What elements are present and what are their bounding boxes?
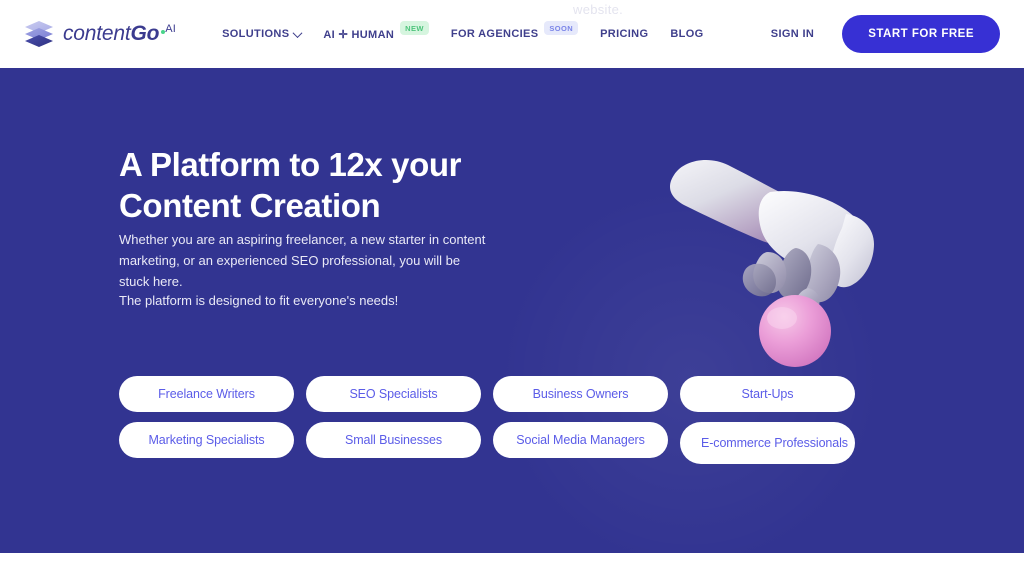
pill-marketing-specialists[interactable]: Marketing Specialists — [119, 422, 294, 458]
stacked-layers-logo-icon — [24, 19, 54, 49]
pill-ecommerce-professionals[interactable]: E-commerce Professionals — [680, 422, 855, 464]
watermark-text: website. — [573, 2, 624, 17]
hero-content: A Platform to 12x your Content Creation … — [0, 68, 1024, 553]
logo-text-bold: Go — [130, 22, 160, 45]
logo-text-light: content — [63, 22, 131, 45]
nav-item-pricing[interactable]: PRICING — [600, 28, 648, 40]
site-header: website. contentGo AI SOLUTIONS AI ✛ HUM… — [0, 0, 1024, 68]
pill-business-owners[interactable]: Business Owners — [493, 376, 668, 412]
hero-section: A Platform to 12x your Content Creation … — [0, 68, 1024, 553]
hero-title: A Platform to 12x your Content Creation — [119, 146, 462, 224]
page-bottom-strip — [0, 553, 1024, 580]
pill-start-ups[interactable]: Start-Ups — [680, 376, 855, 412]
audience-pill-row: Marketing Specialists Small Businesses S… — [119, 422, 855, 464]
nav-item-label: PRICING — [600, 28, 649, 40]
badge-new: NEW — [400, 21, 429, 35]
logo-superscript-ai: AI — [165, 23, 177, 35]
logo-text: contentGo AI — [63, 22, 176, 46]
hero-paragraph-2: The platform is designed to fit everyone… — [119, 293, 399, 308]
logo[interactable]: contentGo AI — [24, 19, 176, 49]
badge-soon: SOON — [544, 21, 579, 35]
nav-item-label: SOLUTIONS — [222, 28, 290, 40]
pill-freelance-writers[interactable]: Freelance Writers — [119, 376, 294, 412]
start-for-free-button[interactable]: START FOR FREE — [842, 15, 1000, 53]
hand-with-sphere-illustration-icon — [650, 140, 910, 370]
nav-item-ai-human[interactable]: AI ✛ HUMAN NEW — [323, 21, 429, 41]
audience-pill-row: Freelance Writers SEO Specialists Busine… — [119, 376, 855, 412]
nav-item-blog[interactable]: BLOG — [670, 28, 703, 40]
chevron-down-icon — [292, 27, 303, 38]
hero-paragraph-1: Whether you are an aspiring freelancer, … — [119, 232, 486, 290]
pill-small-businesses[interactable]: Small Businesses — [306, 422, 481, 458]
header-actions: SIGN IN START FOR FREE — [771, 15, 1000, 53]
nav-item-solutions[interactable]: SOLUTIONS — [222, 27, 303, 40]
nav-item-for-agencies[interactable]: FOR AGENCIES SOON — [450, 21, 579, 41]
pill-social-media-managers[interactable]: Social Media Managers — [493, 422, 668, 458]
pill-seo-specialists[interactable]: SEO Specialists — [306, 376, 481, 412]
nav-item-label: FOR AGENCIES — [450, 28, 539, 40]
nav-item-label: AI ✛ HUMAN — [323, 28, 395, 41]
audience-pill-grid: Freelance Writers SEO Specialists Busine… — [119, 376, 855, 474]
nav-item-label: BLOG — [670, 28, 704, 40]
sign-in-link[interactable]: SIGN IN — [771, 28, 814, 40]
main-navigation: SOLUTIONS AI ✛ HUMAN NEW FOR AGENCIES SO… — [222, 21, 771, 41]
